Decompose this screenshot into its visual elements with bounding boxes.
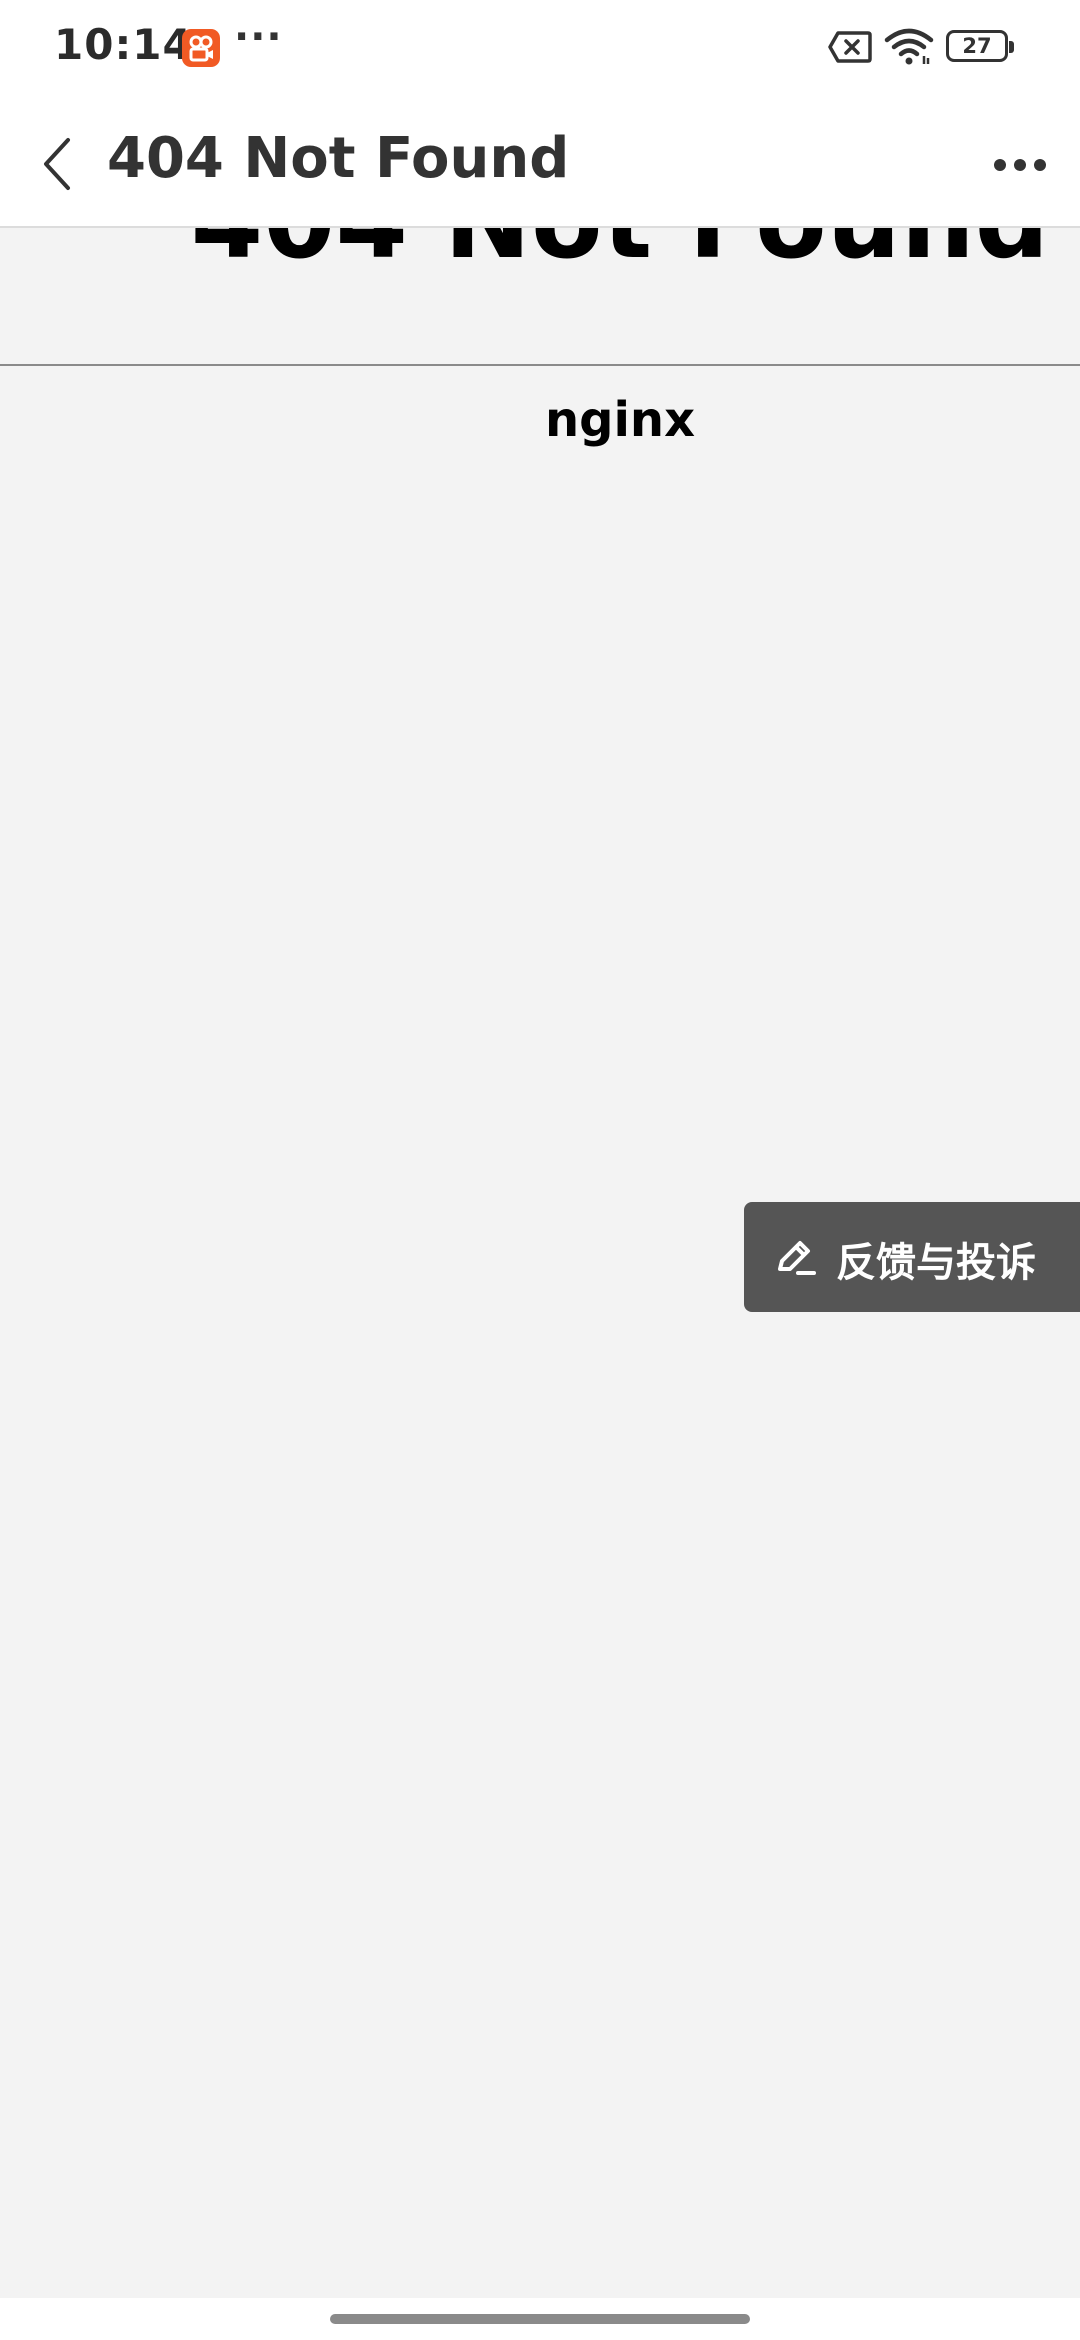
back-button[interactable]: [24, 124, 104, 204]
server-name: nginx: [544, 392, 696, 448]
gesture-bar-area: [0, 2298, 1080, 2340]
notification-more-icon: ···: [234, 14, 283, 60]
feedback-button[interactable]: 反馈与投诉: [744, 1202, 1080, 1312]
camera-app-icon: [182, 29, 220, 67]
wifi-icon: [884, 28, 934, 70]
pencil-icon: [774, 1235, 818, 1283]
nav-bar: 404 Not Found: [0, 100, 1080, 228]
more-options-button[interactable]: [980, 124, 1060, 204]
status-time: 10:14: [54, 20, 193, 69]
page-title: 404 Not Found: [107, 126, 570, 191]
battery-indicator: 27: [946, 30, 1014, 62]
home-indicator[interactable]: [330, 2314, 750, 2324]
sim-card-x-icon: [828, 30, 872, 68]
battery-level: 27: [962, 34, 992, 58]
status-bar: 10:14 ··· 27: [0, 0, 1080, 100]
feedback-label: 反馈与投诉: [836, 1240, 1036, 1286]
error-heading: 404 Not Found: [0, 228, 1080, 282]
chevron-left-icon: [44, 138, 70, 190]
more-horizontal-icon: [994, 159, 1046, 171]
divider: [0, 364, 1080, 366]
